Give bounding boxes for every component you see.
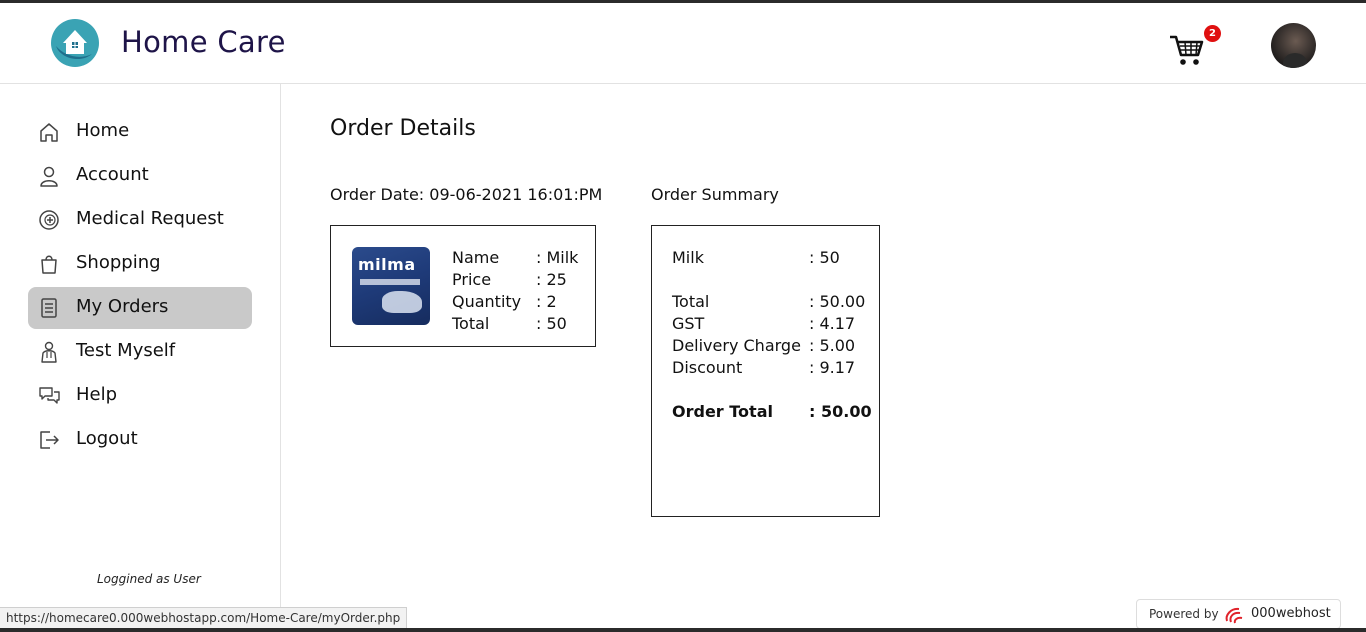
sidebar-item-help[interactable]: Help bbox=[28, 375, 252, 417]
summary-item-value: : 50 bbox=[809, 248, 840, 267]
webhost-logo-icon bbox=[1225, 607, 1243, 624]
order-total-value: : 50.00 bbox=[809, 402, 872, 421]
sidebar-item-test-myself[interactable]: Test Myself bbox=[28, 331, 252, 373]
user-icon bbox=[40, 166, 58, 187]
app-header: Home Care 2 bbox=[0, 3, 1366, 84]
item-name-key: Name bbox=[452, 248, 500, 267]
summary-item-key: Milk bbox=[672, 248, 704, 267]
sidebar: Home Account Medical Request Shopping My… bbox=[0, 84, 281, 632]
summary-total-value: : 50.00 bbox=[809, 292, 866, 311]
sidebar-item-home[interactable]: Home bbox=[28, 111, 252, 153]
summary-total-key: Total bbox=[672, 292, 710, 311]
status-url: https://homecare0.000webhostapp.com/Home… bbox=[0, 607, 408, 629]
item-total-key: Total bbox=[452, 314, 490, 333]
summary-delivery-value: : 5.00 bbox=[809, 336, 856, 355]
cart-count-badge: 2 bbox=[1204, 25, 1221, 42]
sidebar-item-label: My Orders bbox=[76, 296, 169, 317]
order-summary-title: Order Summary bbox=[651, 185, 779, 204]
sidebar-item-medical-request[interactable]: Medical Request bbox=[28, 199, 252, 241]
order-summary-card: Milk : 50 Total : 50.00 GST : 4.17 Deliv… bbox=[651, 225, 880, 517]
order-item-card: milma Name : Milk Price : 25 Quantity : … bbox=[330, 225, 596, 347]
product-image: milma bbox=[352, 247, 430, 325]
medical-icon bbox=[39, 210, 59, 230]
item-price-key: Price bbox=[452, 270, 492, 289]
item-total-value: : 50 bbox=[536, 314, 567, 333]
home-care-logo bbox=[51, 19, 99, 67]
bottom-border bbox=[0, 628, 1366, 632]
sidebar-item-label: Test Myself bbox=[76, 340, 176, 361]
sidebar-item-my-orders[interactable]: My Orders bbox=[28, 287, 252, 329]
order-date: Order Date: 09-06-2021 16:01:PM bbox=[330, 185, 603, 204]
item-price-value: : 25 bbox=[536, 270, 567, 289]
doctor-icon bbox=[41, 341, 57, 363]
brand-title: Home Care bbox=[121, 25, 286, 59]
sidebar-item-account[interactable]: Account bbox=[28, 155, 252, 197]
item-name-value: : Milk bbox=[536, 248, 579, 267]
shopping-bag-icon bbox=[41, 255, 57, 274]
sidebar-item-label: Help bbox=[76, 384, 118, 405]
chat-icon bbox=[39, 387, 60, 404]
order-total-key: Order Total bbox=[672, 402, 773, 421]
product-image-brand: milma bbox=[358, 255, 416, 274]
powered-by-label: Powered by bbox=[1149, 607, 1219, 621]
powered-by-badge[interactable]: Powered by 000webhost bbox=[1136, 599, 1341, 629]
orders-icon bbox=[41, 298, 57, 318]
summary-discount-key: Discount bbox=[672, 358, 743, 377]
logged-as-label: Loggined as User bbox=[97, 572, 201, 586]
summary-delivery-key: Delivery Charge bbox=[672, 336, 801, 355]
sidebar-item-logout[interactable]: Logout bbox=[28, 419, 252, 461]
summary-discount-value: : 9.17 bbox=[809, 358, 856, 377]
logout-icon bbox=[40, 431, 59, 449]
page-title: Order Details bbox=[330, 116, 476, 141]
item-quantity-key: Quantity bbox=[452, 292, 522, 311]
cart-icon[interactable] bbox=[1168, 33, 1204, 67]
powered-by-name: 000webhost bbox=[1251, 606, 1331, 621]
home-icon bbox=[40, 123, 58, 142]
user-avatar[interactable] bbox=[1271, 23, 1316, 68]
summary-gst-value: : 4.17 bbox=[809, 314, 856, 333]
sidebar-item-label: Account bbox=[76, 164, 149, 185]
sidebar-item-label: Home bbox=[76, 120, 130, 141]
sidebar-item-label: Medical Request bbox=[76, 208, 224, 229]
item-quantity-value: : 2 bbox=[536, 292, 557, 311]
sidebar-item-label: Shopping bbox=[76, 252, 161, 273]
summary-gst-key: GST bbox=[672, 314, 705, 333]
sidebar-item-shopping[interactable]: Shopping bbox=[28, 243, 252, 285]
sidebar-item-label: Logout bbox=[76, 428, 138, 449]
